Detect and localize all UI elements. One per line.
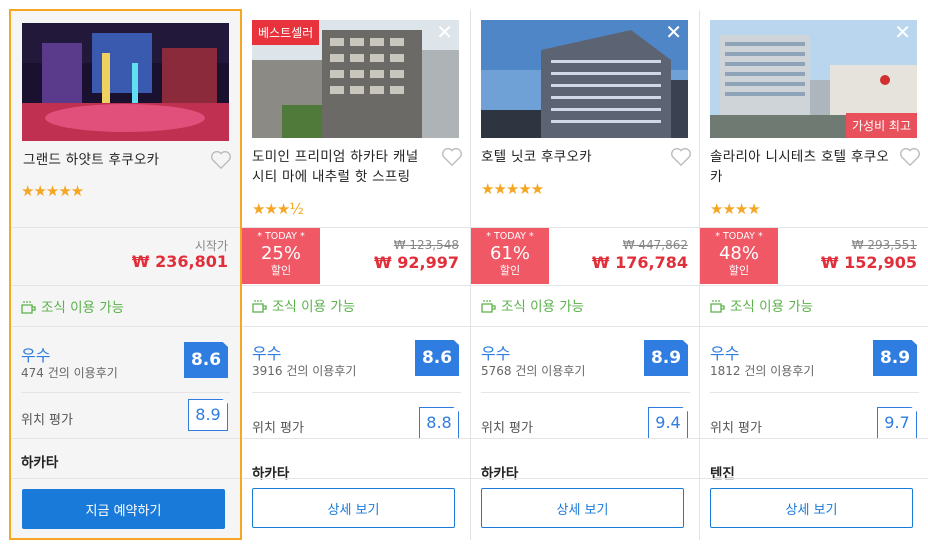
area-name: 텐진 [710,466,735,482]
star-rating: ★★★★ [710,200,761,218]
heart-icon[interactable] [899,147,921,167]
original-price: ₩ 123,548 [393,238,459,252]
breakfast-label: 조식 이용 가능 [41,300,125,316]
discount-label: 할인 [728,264,750,277]
original-price: ₩ 447,862 [622,238,688,252]
price: ₩ 92,997 [374,253,459,272]
discount-label: 할인 [270,264,292,277]
area-name: 하카타 [481,466,519,482]
hotel-card-3: ✕ 호텔 닛코 후쿠오카 ★★★★★ * TODAY * 61% 할인 ₩ 44… [471,10,700,540]
breakfast-label: 조식 이용 가능 [272,299,356,315]
coffee-cup-icon [710,300,725,313]
view-details-button[interactable]: 상세 보기 [252,488,455,528]
bestseller-badge: 베스트셀러 [252,20,320,45]
price: ₩ 236,801 [131,252,228,271]
breakfast-available: 조식 이용 가능 [21,296,124,316]
rating-word: 우수 [710,344,740,363]
rating-word: 우수 [252,344,282,363]
review-count[interactable]: 3916 건의 이용후기 [252,362,356,379]
price: ₩ 152,905 [820,253,917,272]
hotel-photo[interactable] [22,23,229,141]
discount-percent: 61% [489,243,530,264]
location-score: 8.8 [419,407,459,439]
view-details-button[interactable]: 상세 보기 [710,488,913,528]
breakfast-label: 조식 이용 가능 [501,299,585,315]
hotel-photo[interactable]: ✕ 가성비 최고 [710,20,917,138]
hotel-photo[interactable]: 베스트셀러 ✕ [252,20,459,138]
today-discount-badge: * TODAY * 48% 할인 [700,228,778,284]
star-rating: ★★★★★ [481,180,544,198]
coffee-cup-icon [481,300,496,313]
discount-percent: 48% [718,243,759,264]
breakfast-available: 조식 이용 가능 [252,295,355,315]
heart-icon[interactable] [210,150,232,170]
rating-word: 우수 [21,346,51,365]
coffee-cup-icon [252,300,267,313]
area-name: 하카타 [252,466,290,482]
heart-icon[interactable] [670,147,692,167]
today-discount-badge: * TODAY * 25% 할인 [242,228,320,284]
review-count[interactable]: 5768 건의 이용후기 [481,362,585,379]
review-score: 8.9 [644,340,688,376]
location-label: 위치 평가 [252,421,304,436]
location-score: 9.7 [877,407,917,439]
coffee-cup-icon [21,301,36,314]
location-label: 위치 평가 [710,421,762,436]
rating-word: 우수 [481,344,511,363]
hotel-card-4: ✕ 가성비 최고 솔라리아 니시테츠 호텔 후쿠오카 ★★★★ * TODAY … [700,10,928,540]
location-score: 8.9 [188,399,228,431]
discount-percent: 25% [260,243,301,264]
hotel-name[interactable]: 솔라리아 니시테츠 호텔 후쿠오카 [710,147,890,187]
book-now-button[interactable]: 지금 예약하기 [22,489,225,529]
breakfast-available: 조식 이용 가능 [710,295,813,315]
hotel-name[interactable]: 도미인 프리미엄 하카타 캐널 시티 마에 내추럴 핫 스프링 [252,147,432,187]
today-label: * TODAY * [486,231,534,242]
hotel-name[interactable]: 호텔 닛코 후쿠오카 [481,147,661,167]
breakfast-available: 조식 이용 가능 [481,295,584,315]
location-label: 위치 평가 [21,413,73,428]
location-score: 9.4 [648,407,688,439]
hotel-card-1: 그랜드 하얏트 후쿠오카 ★★★★★ 시작가 ₩ 236,801 조식 이용 가… [9,9,242,540]
best-value-badge: 가성비 최고 [845,113,917,138]
hotel-card-2: 베스트셀러 ✕ 도미인 프리미엄 하카타 캐널 시티 마에 내추럴 핫 스프링 … [242,10,471,540]
review-count[interactable]: 1812 건의 이용후기 [710,362,814,379]
close-icon[interactable]: ✕ [436,22,453,42]
hotel-photo[interactable]: ✕ [481,20,688,138]
hotel-name[interactable]: 그랜드 하얏트 후쿠오카 [23,150,203,170]
price: ₩ 176,784 [591,253,688,272]
heart-icon[interactable] [441,147,463,167]
today-discount-badge: * TODAY * 61% 할인 [471,228,549,284]
review-score: 8.6 [415,340,459,376]
review-count[interactable]: 474 건의 이용후기 [21,364,118,381]
review-score: 8.6 [184,342,228,378]
star-rating: ★★★½ [252,200,304,218]
today-label: * TODAY * [715,231,763,242]
star-rating: ★★★★★ [21,182,84,200]
location-label: 위치 평가 [481,421,533,436]
discount-label: 할인 [499,264,521,277]
close-icon[interactable]: ✕ [894,22,911,42]
today-label: * TODAY * [257,231,305,242]
review-score: 8.9 [873,340,917,376]
view-details-button[interactable]: 상세 보기 [481,488,684,528]
breakfast-label: 조식 이용 가능 [730,299,814,315]
close-icon[interactable]: ✕ [665,22,682,42]
area-name: 하카타 [21,455,59,471]
original-price: ₩ 293,551 [851,238,917,252]
